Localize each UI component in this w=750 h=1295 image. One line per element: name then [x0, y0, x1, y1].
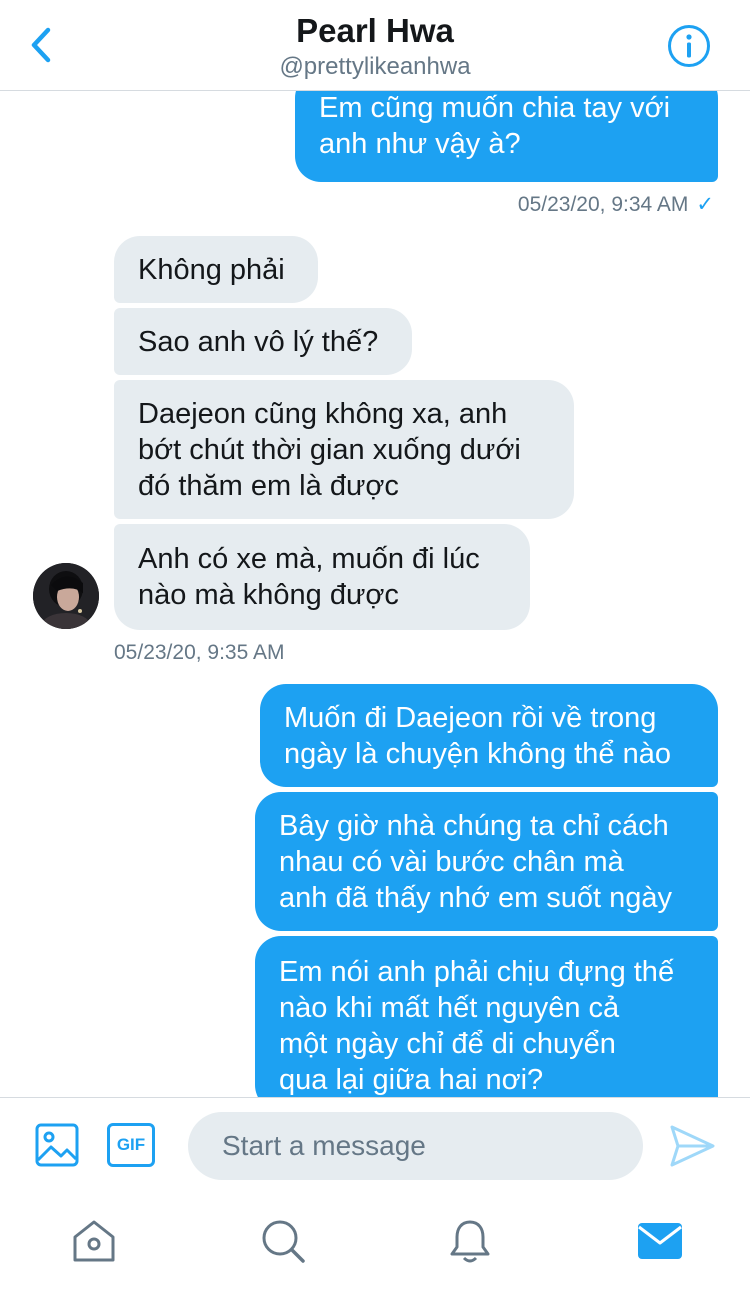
message-line: đó thăm em là được [138, 469, 399, 502]
send-button[interactable] [668, 1124, 716, 1168]
conversation-title[interactable]: Pearl Hwa [0, 12, 750, 50]
tab-notifications[interactable] [446, 1217, 494, 1265]
bell-icon [450, 1220, 490, 1263]
message-line: anh đã thấy nhớ em suốt ngày [279, 881, 673, 914]
timestamp-text: 05/23/20, 9:35 AM [114, 641, 285, 664]
message-line: Em nói anh phải chịu đựng thế [279, 956, 675, 988]
message-thread[interactable]: Em cũng muốn chia tay với anh như vậy à?… [0, 0, 750, 1097]
message-bubble-received[interactable]: Daejeon cũng không xa, anh bớt chút thời… [114, 380, 574, 519]
message-line: một ngày chỉ để di chuyển [279, 1028, 616, 1060]
send-icon [670, 1125, 715, 1167]
read-checkmark-icon: ✓ [696, 193, 714, 216]
message-bubble-sent[interactable]: Em nói anh phải chịu đựng thế nào khi mấ… [255, 936, 718, 1097]
bottom-tab-bar [0, 1197, 750, 1295]
info-icon [668, 25, 710, 67]
message-line: Không phải [138, 253, 285, 286]
message-line: Daejeon cũng không xa, anh [138, 397, 508, 430]
message-line: Muốn đi Daejeon rồi về trong [284, 701, 657, 734]
gif-button[interactable]: GIF [107, 1123, 155, 1167]
message-bubble-sent[interactable]: Muốn đi Daejeon rồi về trong ngày là chu… [260, 684, 718, 787]
message-bubble-received[interactable]: Sao anh vô lý thế? [114, 308, 412, 375]
tab-messages[interactable] [636, 1217, 684, 1265]
avatar[interactable] [33, 563, 99, 629]
message-bubble-sent[interactable]: Bây giờ nhà chúng ta chỉ cách nhau có và… [255, 792, 718, 931]
message-line: nhau có vài bước chân mà [279, 845, 624, 878]
tab-home[interactable] [70, 1217, 118, 1265]
message-composer: GIF [0, 1097, 750, 1198]
message-line: bớt chút thời gian xuống dưới [138, 433, 521, 466]
message-bubble-received[interactable]: Anh có xe mà, muốn đi lúc nào mà không đ… [114, 524, 530, 630]
search-icon [262, 1220, 305, 1263]
message-line: Anh có xe mà, muốn đi lúc [138, 543, 480, 575]
message-line: nào mà không được [138, 579, 399, 611]
gif-icon: GIF [116, 1135, 146, 1154]
message-line: Sao anh vô lý thế? [138, 325, 379, 358]
info-button[interactable] [667, 24, 711, 68]
message-line: ngày là chuyện không thể nào [284, 737, 671, 770]
message-line: qua lại giữa hai nơi? [279, 1064, 544, 1096]
message-timestamp: 05/23/20, 9:34 AM ✓ [518, 192, 714, 217]
message-timestamp: 05/23/20, 9:35 AM [114, 641, 284, 665]
home-icon [73, 1220, 115, 1262]
conversation-handle: @prettylikeanhwa [279, 53, 471, 80]
conversation-header: Pearl Hwa @prettylikeanhwa [0, 0, 750, 91]
message-line: Bây giờ nhà chúng ta chỉ cách [279, 809, 669, 842]
timestamp-text: 05/23/20, 9:34 AM [517, 193, 689, 216]
message-line: Em cũng muốn chia tay với [319, 92, 671, 124]
message-input[interactable] [188, 1112, 643, 1180]
message-line: nào khi mất hết nguyên cả [279, 992, 620, 1024]
add-media-button[interactable] [34, 1122, 80, 1168]
tab-search[interactable] [259, 1217, 307, 1265]
mail-icon [638, 1223, 682, 1259]
image-icon [35, 1123, 79, 1167]
message-line: anh như vậy à? [319, 128, 521, 160]
message-bubble-received[interactable]: Không phải [114, 236, 318, 303]
